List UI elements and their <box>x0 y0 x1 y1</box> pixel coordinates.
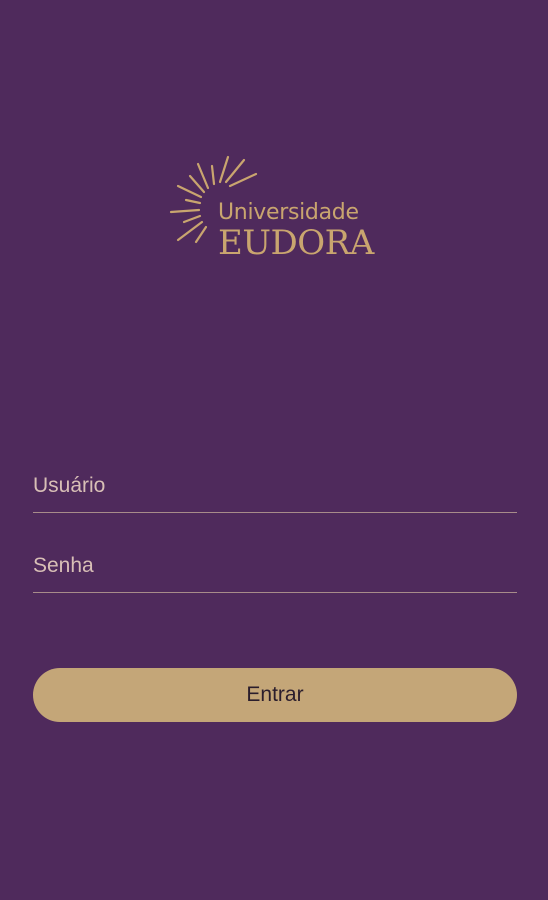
password-input[interactable] <box>33 554 517 578</box>
username-field[interactable] <box>33 462 517 513</box>
login-screen: Universidade EUDORA Entrar <box>0 0 548 900</box>
username-input[interactable] <box>33 474 517 498</box>
password-field[interactable] <box>33 542 517 593</box>
logo-text-eudora: EUDORA <box>218 223 374 263</box>
login-button[interactable]: Entrar <box>33 668 517 722</box>
university-logo: Universidade EUDORA <box>168 152 388 270</box>
logo-text-universidade: Universidade <box>218 200 359 225</box>
